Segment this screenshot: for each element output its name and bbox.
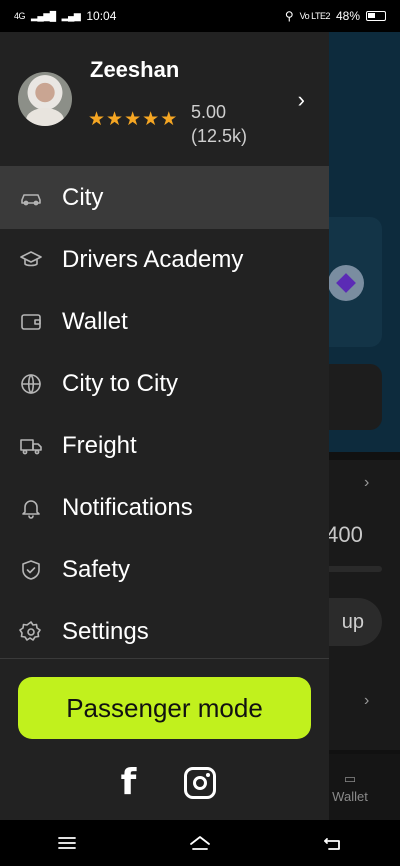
volte-indicator: Vo LTE2 [299, 11, 331, 21]
menu-item-city[interactable]: City [0, 167, 329, 229]
battery-icon [366, 11, 386, 21]
star-icon: ★ [106, 109, 124, 130]
instagram-icon[interactable] [183, 767, 216, 799]
star-icon: ★ [124, 109, 142, 130]
profile-name: Zeeshan [90, 57, 180, 82]
diamond-icon [328, 265, 364, 301]
background-nav-label: Wallet [332, 788, 368, 804]
globe-icon [18, 371, 44, 397]
rating-value: 5.00 [191, 102, 227, 122]
signal-icon: ▂▄▆█ [31, 10, 56, 21]
menu-item-safety[interactable]: Safety [0, 539, 329, 601]
divider [0, 658, 329, 659]
clock: 10:04 [86, 9, 117, 23]
menu-item-label: Safety [62, 556, 131, 583]
menu-item-label: City [62, 184, 104, 211]
star-icon: ★ [142, 109, 160, 130]
wallet-icon [18, 309, 44, 335]
system-nav-bar [0, 820, 400, 866]
social-links: f [0, 760, 329, 806]
rating-text: 5.00 (12.5k) [191, 100, 247, 148]
battery-percent: 48% [335, 9, 360, 23]
bell-icon [18, 495, 44, 521]
menu-item-freight[interactable]: Freight [0, 415, 329, 477]
menu-icon[interactable] [47, 823, 87, 863]
menu-item-label: Wallet [62, 308, 128, 335]
status-bar: 4G ▂▄▆█ ▂▄▆ 10:04 ⚲ Vo LTE2 48% [0, 0, 400, 32]
menu-item-city-to-city[interactable]: City to City [0, 353, 329, 415]
location-icon: ⚲ [284, 9, 294, 23]
chevron-right-icon: › [364, 474, 370, 491]
back-icon[interactable] [313, 823, 353, 863]
shield-icon [18, 557, 44, 583]
star-icon: ★ [160, 109, 178, 130]
gear-icon [18, 619, 44, 645]
passenger-mode-button[interactable]: Passenger mode [18, 677, 311, 739]
chevron-right-icon[interactable]: › [298, 87, 305, 113]
facebook-icon[interactable]: f [114, 760, 144, 806]
navigation-drawer: Zeeshan ★ ★ ★ ★ ★ 5.00 (12.5k) › City Dr… [0, 32, 329, 820]
menu-item-label: Freight [62, 432, 137, 459]
star-icon: ★ [88, 109, 106, 130]
profile-header[interactable]: Zeeshan ★ ★ ★ ★ ★ 5.00 (12.5k) › [0, 32, 329, 167]
graduation-cap-icon [18, 247, 44, 273]
rating-count: (12.5k) [191, 126, 248, 146]
avatar [18, 72, 72, 126]
network-indicator: 4G [14, 11, 26, 21]
chevron-right-icon: › [364, 692, 370, 709]
menu-item-notifications[interactable]: Notifications [0, 477, 329, 539]
menu-item-wallet[interactable]: Wallet [0, 291, 329, 353]
menu-item-settings[interactable]: Settings [0, 601, 329, 663]
menu-item-label: Settings [62, 618, 149, 645]
menu-item-label: City to City [62, 370, 179, 397]
background-pill-label: up [341, 610, 364, 633]
wallet-icon: ▭ [343, 770, 357, 786]
truck-icon [18, 433, 44, 459]
menu-item-label: Notifications [62, 494, 193, 521]
rating-stars: ★ ★ ★ ★ ★ [88, 110, 177, 129]
wifi-signal-icon: ▂▄▆ [61, 10, 81, 21]
menu-item-drivers-academy[interactable]: Drivers Academy [0, 229, 329, 291]
car-icon [18, 185, 44, 211]
home-icon[interactable] [180, 823, 220, 863]
menu-item-label: Drivers Academy [62, 246, 244, 273]
drawer-menu: City Drivers Academy Wallet City to City… [0, 167, 329, 663]
